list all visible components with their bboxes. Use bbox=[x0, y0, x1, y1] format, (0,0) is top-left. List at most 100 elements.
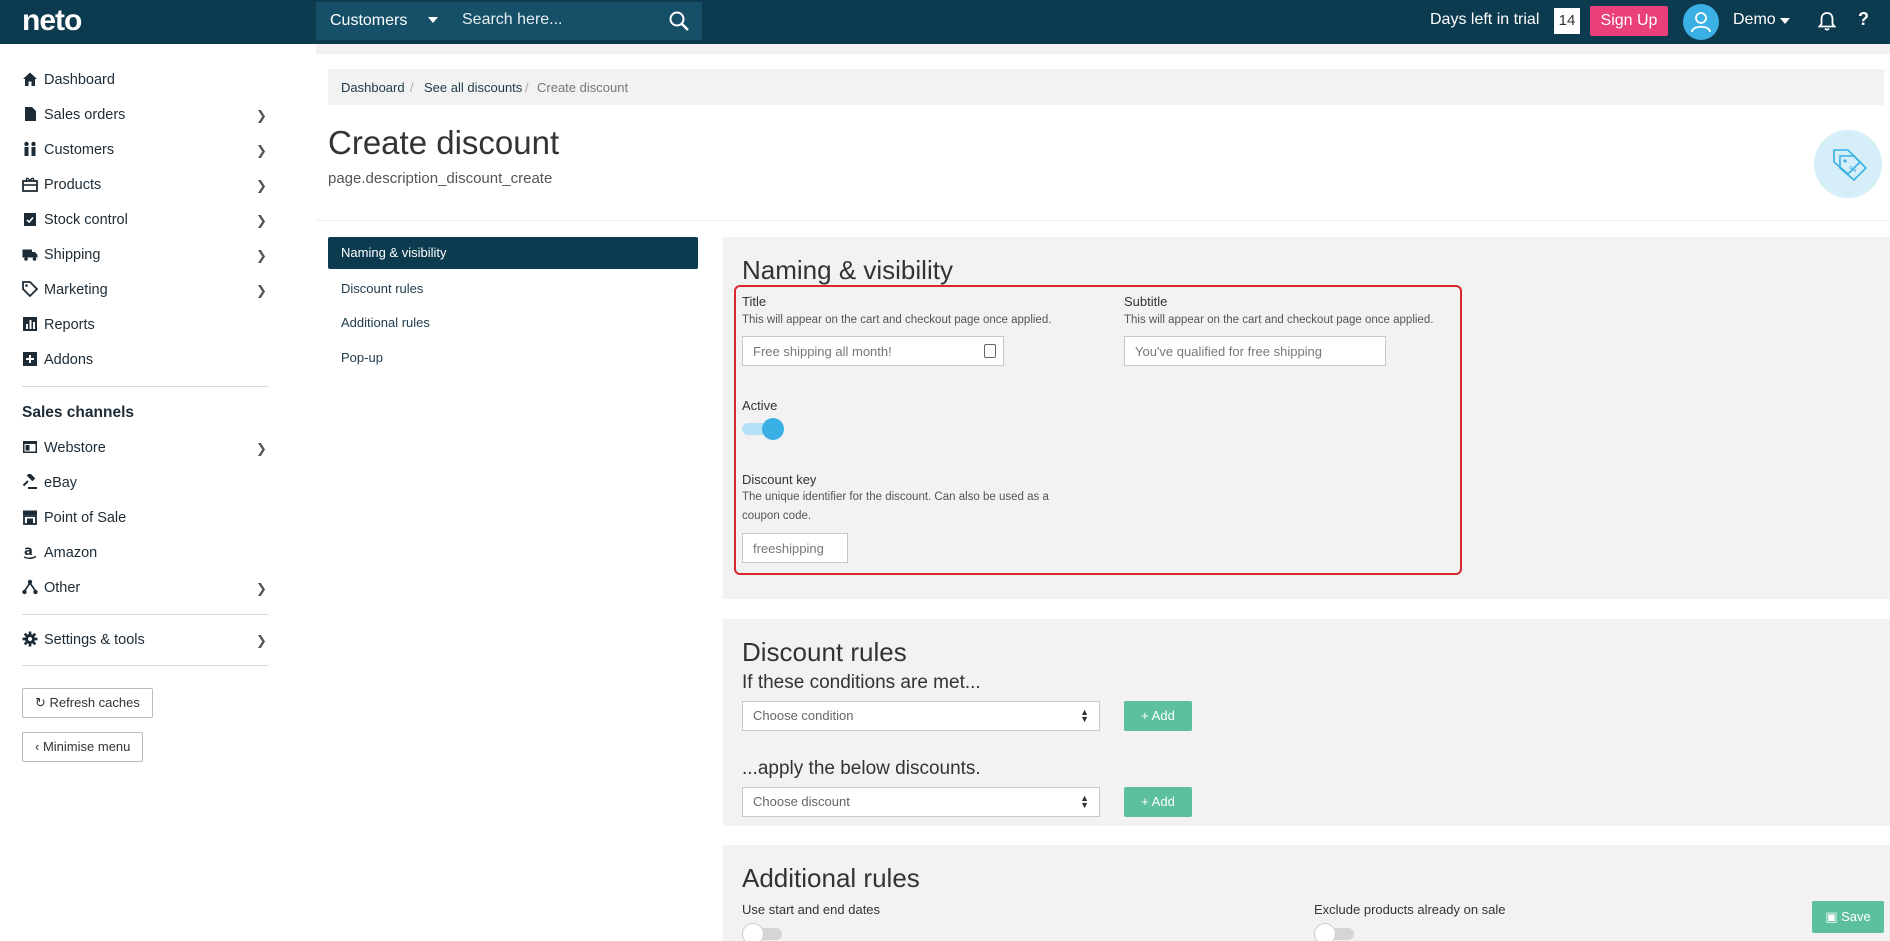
add-condition-label: Add bbox=[1151, 708, 1175, 723]
sidebar-item-point-of-sale[interactable]: Point of Sale bbox=[22, 506, 270, 532]
user-menu[interactable]: Demo bbox=[1733, 11, 1776, 29]
sidebar-item-settings-tools[interactable]: Settings & tools ❯ bbox=[22, 628, 270, 654]
sidebar-divider bbox=[22, 614, 268, 615]
user-icon bbox=[1691, 12, 1711, 33]
minimise-menu-label: Minimise menu bbox=[42, 739, 131, 754]
breadcrumb: Dashboard / See all discounts / Create d… bbox=[328, 69, 1884, 105]
chevron-right-icon: ❯ bbox=[256, 108, 267, 123]
condition-select[interactable]: Choose condition ▲ ▼ bbox=[742, 701, 1100, 731]
sidebar-item-label: Sales orders bbox=[44, 107, 126, 123]
sidebar-item-products[interactable]: Products ❯ bbox=[22, 173, 270, 199]
sidebar-item-label: Stock control bbox=[44, 212, 128, 228]
toggle-knob bbox=[742, 923, 764, 941]
store-icon bbox=[23, 510, 37, 525]
search-input[interactable] bbox=[462, 11, 662, 29]
highlight-annotation bbox=[734, 285, 1462, 575]
discount-select-value: Choose discount bbox=[753, 794, 850, 809]
save-label: Save bbox=[1841, 909, 1871, 924]
panel-title-discount-rules: Discount rules bbox=[742, 637, 907, 667]
network-icon bbox=[22, 579, 38, 595]
plus-square-icon bbox=[23, 352, 37, 366]
search-scope-select[interactable]: Customers bbox=[330, 12, 407, 30]
neto-logo[interactable]: neto bbox=[22, 4, 82, 38]
breadcrumb-dashboard[interactable]: Dashboard bbox=[341, 80, 405, 95]
sidebar-item-label: Marketing bbox=[44, 282, 108, 298]
tab-naming-visibility[interactable]: Naming & visibility bbox=[328, 237, 698, 269]
add-condition-button[interactable]: + Add bbox=[1124, 701, 1192, 731]
gavel-icon bbox=[22, 474, 37, 489]
discount-rules-panel: Discount rules If these conditions are m… bbox=[723, 619, 1890, 826]
discounts-heading: ...apply the below discounts. bbox=[742, 758, 981, 779]
breadcrumb-separator: / bbox=[410, 80, 414, 95]
chart-icon bbox=[23, 317, 37, 331]
chevron-right-icon: ❯ bbox=[256, 581, 267, 596]
sidebar-item-label: Webstore bbox=[44, 440, 106, 456]
sidebar-item-label: Products bbox=[44, 177, 102, 193]
sidebar-item-label: Amazon bbox=[44, 545, 98, 561]
svg-text:%: % bbox=[1849, 165, 1857, 174]
select-arrows-icon: ▲ ▼ bbox=[1080, 707, 1089, 724]
sidebar-divider bbox=[22, 665, 268, 666]
page-description: page.description_discount_create bbox=[328, 170, 553, 187]
sign-up-button[interactable]: Sign Up bbox=[1590, 6, 1668, 36]
chevron-down-icon[interactable] bbox=[428, 17, 438, 23]
svg-text:a: a bbox=[24, 544, 33, 559]
minimise-menu-button[interactable]: ‹ Minimise menu bbox=[22, 732, 144, 762]
help-icon[interactable]: ? bbox=[1858, 9, 1869, 30]
save-button[interactable]: ▣ Save bbox=[1812, 901, 1884, 933]
dates-label: Use start and end dates bbox=[742, 902, 881, 917]
sidebar-item-stock-control[interactable]: Stock control ❯ bbox=[22, 208, 270, 234]
sidebar-item-ebay[interactable]: eBay bbox=[22, 471, 270, 497]
refresh-icon: ↻ bbox=[35, 695, 46, 710]
sidebar-item-other[interactable]: Other ❯ bbox=[22, 576, 270, 602]
search-icon[interactable] bbox=[668, 10, 690, 32]
gear-icon bbox=[22, 631, 38, 647]
sidebar-item-amazon[interactable]: a Amazon bbox=[22, 541, 270, 567]
sidebar-item-label: Reports bbox=[44, 317, 95, 333]
tab-discount-rules[interactable]: Discount rules bbox=[328, 273, 698, 305]
breadcrumb-see-all-discounts[interactable]: See all discounts bbox=[424, 80, 522, 95]
top-bar: neto Customers Days left in trial 14 Sig… bbox=[0, 0, 1890, 44]
search-bar: Customers bbox=[316, 2, 702, 40]
additional-rules-panel: Additional rules Use start and end dates… bbox=[723, 845, 1890, 941]
panel-title-additional-rules: Additional rules bbox=[742, 863, 920, 893]
chevron-right-icon: ❯ bbox=[256, 213, 267, 228]
trial-days-badge: 14 bbox=[1554, 8, 1580, 34]
chevron-down-icon[interactable] bbox=[1780, 18, 1790, 24]
discount-badge: % bbox=[1814, 130, 1882, 198]
add-discount-button[interactable]: + Add bbox=[1124, 787, 1192, 817]
sidebar-item-label: Shipping bbox=[44, 247, 101, 263]
tab-pop-up[interactable]: Pop-up bbox=[328, 342, 698, 374]
plus-icon: + bbox=[1141, 708, 1149, 723]
sidebar-item-shipping[interactable]: Shipping ❯ bbox=[22, 243, 270, 269]
discount-select[interactable]: Choose discount ▲ ▼ bbox=[742, 787, 1100, 817]
people-icon bbox=[24, 141, 36, 156]
webstore-icon bbox=[23, 441, 37, 453]
document-icon bbox=[25, 107, 36, 121]
tab-additional-rules[interactable]: Additional rules bbox=[328, 307, 698, 339]
refresh-caches-button[interactable]: ↻ Refresh caches bbox=[22, 688, 153, 718]
bell-icon[interactable] bbox=[1818, 11, 1836, 31]
sidebar-item-marketing[interactable]: Marketing ❯ bbox=[22, 278, 270, 304]
sidebar-item-sales-orders[interactable]: Sales orders ❯ bbox=[22, 103, 270, 129]
home-icon bbox=[23, 72, 37, 86]
sidebar-item-dashboard[interactable]: Dashboard bbox=[22, 68, 270, 94]
select-arrows-icon: ▲ ▼ bbox=[1080, 793, 1089, 810]
exclude-sale-label: Exclude products already on sale bbox=[1314, 902, 1506, 917]
sidebar-divider bbox=[22, 386, 268, 387]
sidebar-item-reports[interactable]: Reports bbox=[22, 313, 270, 339]
trial-label: Days left in trial bbox=[1430, 11, 1540, 28]
sidebar-item-webstore[interactable]: Webstore ❯ bbox=[22, 436, 270, 462]
avatar[interactable] bbox=[1683, 4, 1719, 40]
truck-icon bbox=[22, 249, 38, 261]
sidebar-item-addons[interactable]: Addons bbox=[22, 348, 270, 374]
sidebar-item-label: Other bbox=[44, 580, 81, 596]
exclude-sale-toggle[interactable] bbox=[1314, 923, 1354, 941]
sidebar-item-customers[interactable]: Customers ❯ bbox=[22, 138, 270, 164]
breadcrumb-separator: / bbox=[525, 80, 529, 95]
dates-toggle[interactable] bbox=[742, 923, 782, 941]
sidebar-item-label: Customers bbox=[44, 142, 115, 158]
sidebar-item-label: Dashboard bbox=[44, 72, 115, 88]
chevron-right-icon: ❯ bbox=[256, 178, 267, 193]
sidebar-item-label: eBay bbox=[44, 475, 78, 491]
